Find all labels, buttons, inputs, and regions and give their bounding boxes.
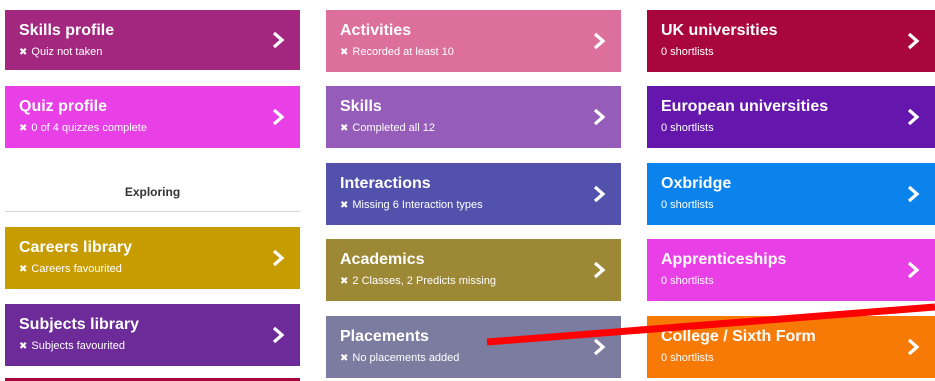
tile-title: Activities <box>340 22 412 39</box>
chevron-right-icon <box>272 249 285 267</box>
close-icon: ✖ <box>340 352 349 364</box>
tile-title: College / Sixth Form <box>661 328 816 345</box>
tile-status-text: Subjects favourited <box>31 340 125 352</box>
tile-status-text: Quiz not taken <box>31 46 103 58</box>
tile-title: Academics <box>340 251 425 268</box>
close-icon: ✖ <box>340 199 349 211</box>
tile-status: ✖ Subjects favourited <box>19 340 125 352</box>
tile-uk-universities[interactable]: UK universities 0 shortlists <box>647 10 935 72</box>
tile-academics[interactable]: Academics ✖ 2 Classes, 2 Predicts missing <box>326 239 621 301</box>
close-icon: ✖ <box>19 340 28 352</box>
tile-status-text: 0 shortlists <box>661 199 714 211</box>
chevron-right-icon <box>907 338 920 356</box>
tile-title: UK universities <box>661 22 778 39</box>
close-icon: ✖ <box>19 46 28 58</box>
tile-status-text: No placements added <box>352 352 460 364</box>
tile-skills-profile[interactable]: Skills profile ✖ Quiz not taken <box>5 10 300 70</box>
tile-title: Interactions <box>340 175 431 192</box>
tile-status-text: Careers favourited <box>31 263 122 275</box>
tile-interactions[interactable]: Interactions ✖ Missing 6 Interaction type… <box>326 163 621 225</box>
tile-title: Quiz profile <box>19 98 107 115</box>
chevron-right-icon <box>593 338 606 356</box>
tile-status-text: 0 shortlists <box>661 46 714 58</box>
tile-status: ✖ 0 of 4 quizzes complete <box>19 122 147 134</box>
tile-status-text: Missing 6 Interaction types <box>352 199 483 211</box>
chevron-right-icon <box>593 261 606 279</box>
tile-status-text: 0 shortlists <box>661 275 714 287</box>
chevron-right-icon <box>907 108 920 126</box>
tile-title: Oxbridge <box>661 175 732 192</box>
tile-status-text: 2 Classes, 2 Predicts missing <box>352 275 497 287</box>
tile-status: ✖ Careers favourited <box>19 263 122 275</box>
tile-subjects-library[interactable]: Subjects library ✖ Subjects favourited <box>5 304 300 366</box>
tile-placements[interactable]: Placements ✖ No placements added <box>326 316 621 378</box>
tile-status-text: Recorded at least 10 <box>352 46 454 58</box>
tile-status-text: 0 shortlists <box>661 122 714 134</box>
tile-oxbridge[interactable]: Oxbridge 0 shortlists <box>647 163 935 225</box>
tile-quiz-profile[interactable]: Quiz profile ✖ 0 of 4 quizzes complete <box>5 86 300 148</box>
tile-status-text: Completed all 12 <box>352 122 435 134</box>
close-icon: ✖ <box>19 122 28 134</box>
tile-title: Apprenticeships <box>661 251 787 268</box>
tile-title: Placements <box>340 328 429 345</box>
tile-title: Careers library <box>19 239 132 256</box>
tile-skills[interactable]: Skills ✖ Completed all 12 <box>326 86 621 148</box>
close-icon: ✖ <box>340 275 349 287</box>
tile-college-sixth-form[interactable]: College / Sixth Form 0 shortlists <box>647 316 935 378</box>
chevron-right-icon <box>272 108 285 126</box>
close-icon: ✖ <box>19 263 28 275</box>
chevron-right-icon <box>593 185 606 203</box>
chevron-right-icon <box>907 261 920 279</box>
chevron-right-icon <box>907 32 920 50</box>
tile-status: ✖ Quiz not taken <box>19 46 102 58</box>
tile-status: ✖ Recorded at least 10 <box>340 46 454 58</box>
tile-careers-library[interactable]: Careers library ✖ Careers favourited <box>5 227 300 289</box>
tile-european-universities[interactable]: European universities 0 shortlists <box>647 86 935 148</box>
section-heading-exploring: Exploring <box>5 160 300 212</box>
tile-status-text: 0 shortlists <box>661 352 714 364</box>
chevron-right-icon <box>593 108 606 126</box>
tile-status: ✖ 2 Classes, 2 Predicts missing <box>340 275 496 287</box>
tile-status: ✖ No placements added <box>340 352 459 364</box>
close-icon: ✖ <box>340 46 349 58</box>
tile-apprenticeships[interactable]: Apprenticeships 0 shortlists <box>647 239 935 301</box>
tile-status: ✖ Completed all 12 <box>340 122 435 134</box>
chevron-right-icon <box>907 185 920 203</box>
tile-activities[interactable]: Activities ✖ Recorded at least 10 <box>326 10 621 72</box>
tile-status: ✖ Missing 6 Interaction types <box>340 199 483 211</box>
tile-title: Subjects library <box>19 316 140 333</box>
tile-status-text: 0 of 4 quizzes complete <box>31 122 147 134</box>
tile-title: European universities <box>661 98 829 115</box>
tile-title: Skills profile <box>19 22 115 39</box>
tile-title: Skills <box>340 98 382 115</box>
chevron-right-icon <box>593 32 606 50</box>
chevron-right-icon <box>272 326 285 344</box>
chevron-right-icon <box>272 31 285 49</box>
close-icon: ✖ <box>340 122 349 134</box>
